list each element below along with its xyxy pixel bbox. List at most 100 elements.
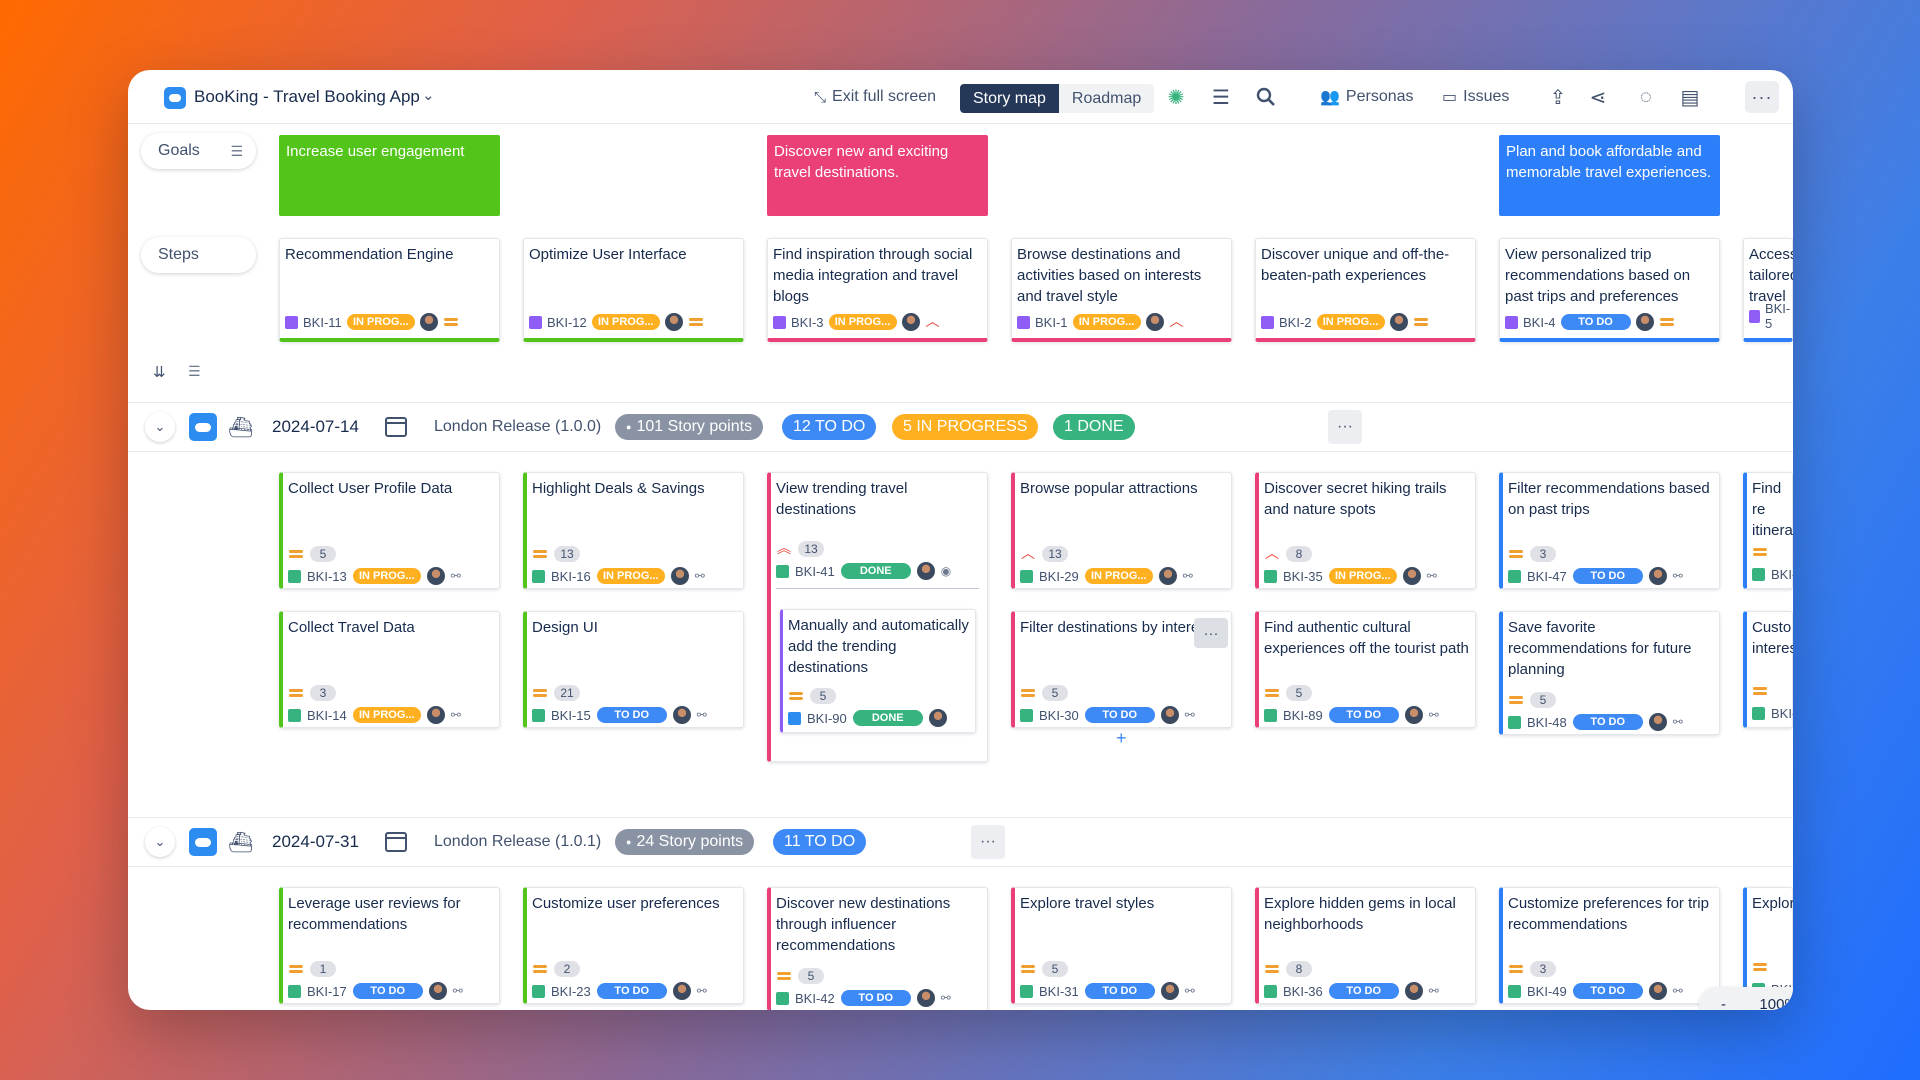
avatar[interactable] [1145,313,1164,331]
step-card[interactable]: Discover unique and off-the-beaten-path … [1255,238,1476,342]
issue-key[interactable]: BKI-48 [1527,715,1567,730]
comment-icon[interactable]: ◌ [1633,84,1659,110]
card-more-button[interactable]: ··· [1194,618,1228,648]
story-card[interactable]: Save favorite recommendations for future… [1499,611,1720,735]
story-card[interactable]: Design UI 21 BKI-15 TO DO ⚯ [523,611,744,728]
release-name[interactable]: London Release (1.0.0) [434,418,601,436]
status-badge[interactable]: TO DO [1328,983,1399,999]
avatar[interactable] [426,706,445,724]
hierarchy-icon[interactable]: ⚯ [453,984,463,998]
story-points[interactable]: 5 [1530,692,1556,708]
status-badge[interactable]: TO DO [840,990,911,1006]
chevron-down-icon[interactable]: ⌄ [422,86,435,104]
hierarchy-icon[interactable]: ⚯ [941,991,951,1005]
story-card[interactable]: Browse popular attractions ︿ 13 BKI-29 I… [1011,472,1232,589]
add-story-button[interactable]: + [1116,728,1127,749]
story-card[interactable]: Customize user preferences 2 BKI-23 TO D… [523,887,744,1004]
release-date[interactable]: 2024-07-31 [272,832,359,852]
status-badge[interactable]: IN PROG... [1084,568,1153,584]
issue-key[interactable]: BKI-41 [795,564,835,579]
collapse-chevron-icon[interactable]: ⌄ [145,412,175,442]
issue-key[interactable]: BKI-89 [1283,708,1323,723]
hierarchy-icon[interactable]: ⚯ [1185,984,1195,998]
step-card[interactable]: Optimize User Interface BKI-12 IN PROG..… [523,238,744,342]
issue-key[interactable]: BKI-90 [807,711,847,726]
avatar[interactable] [1648,567,1667,585]
avatar[interactable] [1160,706,1179,724]
tab-story-map[interactable]: Story map [960,84,1059,113]
filter-icon[interactable]: ☰ [188,363,201,380]
avatar[interactable] [670,567,689,585]
story-card[interactable]: Highlight Deals & Savings 13 BKI-16 IN P… [523,472,744,589]
avatar[interactable] [672,706,691,724]
avatar[interactable] [1404,706,1423,724]
status-badge[interactable]: TO DO [1084,707,1155,723]
zoom-out-button[interactable]: - [1721,996,1726,1011]
avatar[interactable] [1160,982,1179,1000]
avatar[interactable] [1404,982,1423,1000]
status-badge[interactable]: TO DO [1572,983,1643,999]
story-card[interactable]: Find authentic cultural experiences off … [1255,611,1476,728]
hierarchy-icon[interactable]: ⚯ [1183,569,1193,583]
avatar[interactable] [1158,567,1177,585]
app-title[interactable]: BooKing - Travel Booking App [194,87,420,107]
issue-key[interactable]: BKI-4 [1523,315,1556,330]
issue-key[interactable]: BKI-15 [551,708,591,723]
release-date[interactable]: 2024-07-14 [272,417,359,437]
step-card[interactable]: Access tailored travel s BKI-5 [1743,238,1793,342]
collapse-chevron-icon[interactable]: ⌄ [145,827,175,857]
issue-key[interactable]: BKI-16 [551,569,591,584]
release-more-button[interactable]: ··· [971,825,1005,859]
story-card[interactable]: Filter destinations by intere 5 BKI-30 T… [1011,611,1232,728]
issues-button[interactable]: ▭ Issues [1442,84,1509,110]
expand-all-icon[interactable]: ⇊ [153,363,166,381]
share-icon[interactable]: ⋖ [1585,84,1611,110]
status-badge[interactable]: TO DO [1572,568,1643,584]
panel-icon[interactable]: ▤ [1677,84,1703,110]
avatar[interactable] [1635,313,1654,331]
story-card[interactable]: Discover new destinations through influe… [767,887,988,1010]
exit-full-screen-button[interactable]: ⤡ Exit full screen [814,84,936,110]
status-badge[interactable]: TO DO [1328,707,1399,723]
story-points[interactable]: 13 [554,546,580,562]
story-points[interactable]: 5 [1042,685,1068,701]
hierarchy-icon[interactable]: ⚯ [695,569,705,583]
avatar[interactable] [928,709,947,727]
hierarchy-icon[interactable]: ⚯ [451,569,461,583]
status-badge[interactable]: TO DO [596,983,667,999]
step-card[interactable]: View personalized trip recommendations b… [1499,238,1720,342]
story-card[interactable]: Discover secret hiking trails and nature… [1255,472,1476,589]
story-card[interactable]: Leverage user reviews for recommendation… [279,887,500,1004]
goal-card[interactable]: Plan and book affordable and memorable t… [1499,135,1720,216]
status-badge[interactable]: IN PROG... [1072,314,1141,330]
avatar[interactable] [1648,713,1667,731]
story-points[interactable]: 5 [1042,961,1068,977]
hierarchy-icon[interactable]: ⚯ [1673,715,1683,729]
issue-key[interactable]: BKI-14 [307,708,347,723]
issue-key[interactable]: BKI-11 [303,315,342,330]
status-badge[interactable]: DONE [852,710,923,726]
status-badge[interactable]: DONE [840,563,911,579]
status-badge[interactable]: IN PROG... [596,568,665,584]
export-icon[interactable]: ⇪ [1545,84,1571,110]
issue-key[interactable]: BKI-23 [551,984,591,999]
story-points[interactable]: 2 [554,961,580,977]
avatar[interactable] [916,562,935,580]
more-menu-button[interactable]: ··· [1745,81,1779,113]
issue-key[interactable]: BKI-1 [1035,315,1068,330]
issue-key[interactable]: BKI-3 [791,315,824,330]
status-badge[interactable]: TO DO [1560,314,1631,330]
issue-key[interactable]: BKI-2 [1279,315,1312,330]
status-badge[interactable]: TO DO [596,707,667,723]
goals-pill[interactable]: Goals ☰ [141,133,256,169]
story-card[interactable]: View trending travel destinations ︽ 13 BK… [767,472,988,762]
story-points[interactable]: 5 [810,688,836,704]
avatar[interactable] [426,567,445,585]
hierarchy-icon[interactable]: ⚯ [1673,569,1683,583]
status-badge[interactable]: TO DO [1572,714,1643,730]
step-card[interactable]: Browse destinations and activities based… [1011,238,1232,342]
story-points[interactable]: 13 [798,541,824,557]
story-card[interactable]: Custo interes BKI- [1743,611,1793,728]
story-points[interactable]: 3 [1530,546,1556,562]
issue-key[interactable]: BKI-36 [1283,984,1323,999]
